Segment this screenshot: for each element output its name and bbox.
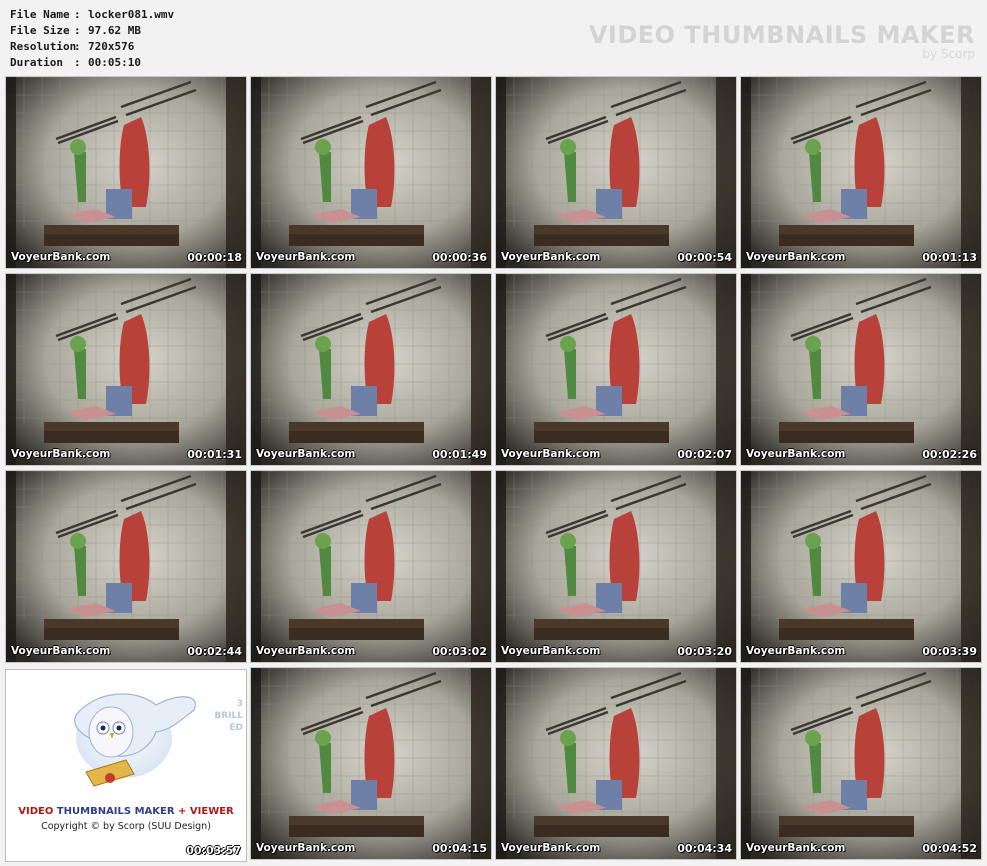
timestamp: 00:03:20: [677, 645, 732, 658]
thumbnail-grid: VoyeurBank.com 00:00:18 VoyeurBank.com 00:…: [6, 77, 982, 861]
duration-row: Duration:00:05:10: [10, 56, 141, 69]
resolution-row: Resolution: 720x576: [10, 40, 135, 53]
video-frame-image: [741, 77, 981, 268]
thumbnail[interactable]: VoyeurBank.com 00:04:34: [496, 668, 736, 859]
promo-copyright: Copyright © by Scorp (SUU Design): [41, 821, 211, 832]
video-frame-image: [6, 77, 246, 268]
video-frame-image: [741, 274, 981, 465]
timestamp: 00:03:39: [922, 645, 977, 658]
watermark: VoyeurBank.com: [501, 645, 601, 657]
watermark: VoyeurBank.com: [256, 842, 356, 854]
watermark: VoyeurBank.com: [501, 251, 601, 263]
video-frame-image: [496, 274, 736, 465]
file-name-label: File Name: [10, 8, 70, 21]
timestamp: 00:01:13: [922, 251, 977, 264]
timestamp: 00:03:02: [432, 645, 487, 658]
timestamp: 00:00:18: [187, 251, 242, 264]
thumbnail[interactable]: VoyeurBank.com 00:03:02: [251, 471, 491, 662]
watermark: VoyeurBank.com: [501, 842, 601, 854]
video-frame-image: [251, 274, 491, 465]
timestamp: 00:02:26: [922, 448, 977, 461]
thumbnail[interactable]: VoyeurBank.com 00:01:13: [741, 77, 981, 268]
timestamp: 00:00:54: [677, 251, 732, 264]
watermark: VoyeurBank.com: [746, 251, 846, 263]
owl-logo-icon: [74, 693, 196, 787]
watermark: VoyeurBank.com: [256, 645, 356, 657]
watermark: VoyeurBank.com: [11, 448, 111, 460]
video-frame-image: [251, 668, 491, 859]
file-info: File Name: locker081.wmv File Size:97.62 …: [10, 7, 174, 71]
watermark: VoyeurBank.com: [746, 842, 846, 854]
thumbnail[interactable]: VoyeurBank.com 00:00:54: [496, 77, 736, 268]
brand-title: VIDEO THUMBNAILS MAKER: [588, 21, 975, 49]
thumbnail[interactable]: VoyeurBank.com 00:02:07: [496, 274, 736, 465]
watermark: VoyeurBank.com: [746, 645, 846, 657]
promo-side-text: 3 BRILL ED: [214, 699, 243, 733]
thumbnail[interactable]: VoyeurBank.com 00:04:15: [251, 668, 491, 859]
thumbnail[interactable]: VoyeurBank.com 00:00:18: [6, 77, 246, 268]
watermark: VoyeurBank.com: [746, 448, 846, 460]
timestamp: 00:04:15: [432, 842, 487, 855]
video-frame-image: [496, 668, 736, 859]
timestamp: 00:00:36: [432, 251, 487, 264]
promo-title: VIDEO THUMBNAILS MAKER + VIEWER: [18, 806, 234, 817]
video-frame-image: [251, 77, 491, 268]
resolution-value: 720x576: [88, 40, 135, 53]
thumbnail[interactable]: VoyeurBank.com 00:03:20: [496, 471, 736, 662]
file-size-value: 97.62 MB: [88, 24, 141, 37]
file-size-label: File Size: [10, 24, 70, 37]
file-size-row: File Size:97.62 MB: [10, 24, 141, 37]
brand-subtitle: by Scorp: [922, 47, 975, 61]
video-frame-image: [741, 471, 981, 662]
video-frame-image: [251, 471, 491, 662]
promo-thumbnail[interactable]: 3 BRILL ED VIDEO THUMBNAILS MAKER + VIEW…: [6, 670, 246, 861]
video-frame-image: [496, 77, 736, 268]
timestamp: 00:01:31: [187, 448, 242, 461]
thumbnail[interactable]: VoyeurBank.com 00:03:39: [741, 471, 981, 662]
timestamp: 00:02:07: [677, 448, 732, 461]
video-frame-image: [6, 471, 246, 662]
resolution-label: Resolution: [10, 40, 77, 53]
watermark: VoyeurBank.com: [256, 251, 356, 263]
file-name-row: File Name: locker081.wmv: [10, 8, 175, 21]
timestamp: 00:03:57: [186, 844, 241, 857]
thumbnail[interactable]: VoyeurBank.com 00:01:49: [251, 274, 491, 465]
thumbnail[interactable]: VoyeurBank.com 00:00:36: [251, 77, 491, 268]
thumbnail[interactable]: VoyeurBank.com 00:02:26: [741, 274, 981, 465]
thumbnail[interactable]: VoyeurBank.com 00:04:52: [741, 668, 981, 859]
brand-logo: VIDEO THUMBNAILS MAKER by Scorp: [589, 22, 975, 60]
video-frame-image: [741, 668, 981, 859]
thumbnail[interactable]: VoyeurBank.com 00:01:31: [6, 274, 246, 465]
timestamp: 00:04:52: [922, 842, 977, 855]
file-name-value: locker081.wmv: [88, 8, 175, 21]
timestamp: 00:01:49: [432, 448, 487, 461]
video-frame-image: [6, 274, 246, 465]
watermark: VoyeurBank.com: [11, 251, 111, 263]
watermark: VoyeurBank.com: [501, 448, 601, 460]
thumbnail[interactable]: VoyeurBank.com 00:02:44: [6, 471, 246, 662]
video-frame-image: [496, 471, 736, 662]
duration-value: 00:05:10: [88, 56, 141, 69]
timestamp: 00:04:34: [677, 842, 732, 855]
watermark: VoyeurBank.com: [11, 645, 111, 657]
watermark: VoyeurBank.com: [256, 448, 356, 460]
duration-label: Duration: [10, 56, 63, 69]
timestamp: 00:02:44: [187, 645, 242, 658]
